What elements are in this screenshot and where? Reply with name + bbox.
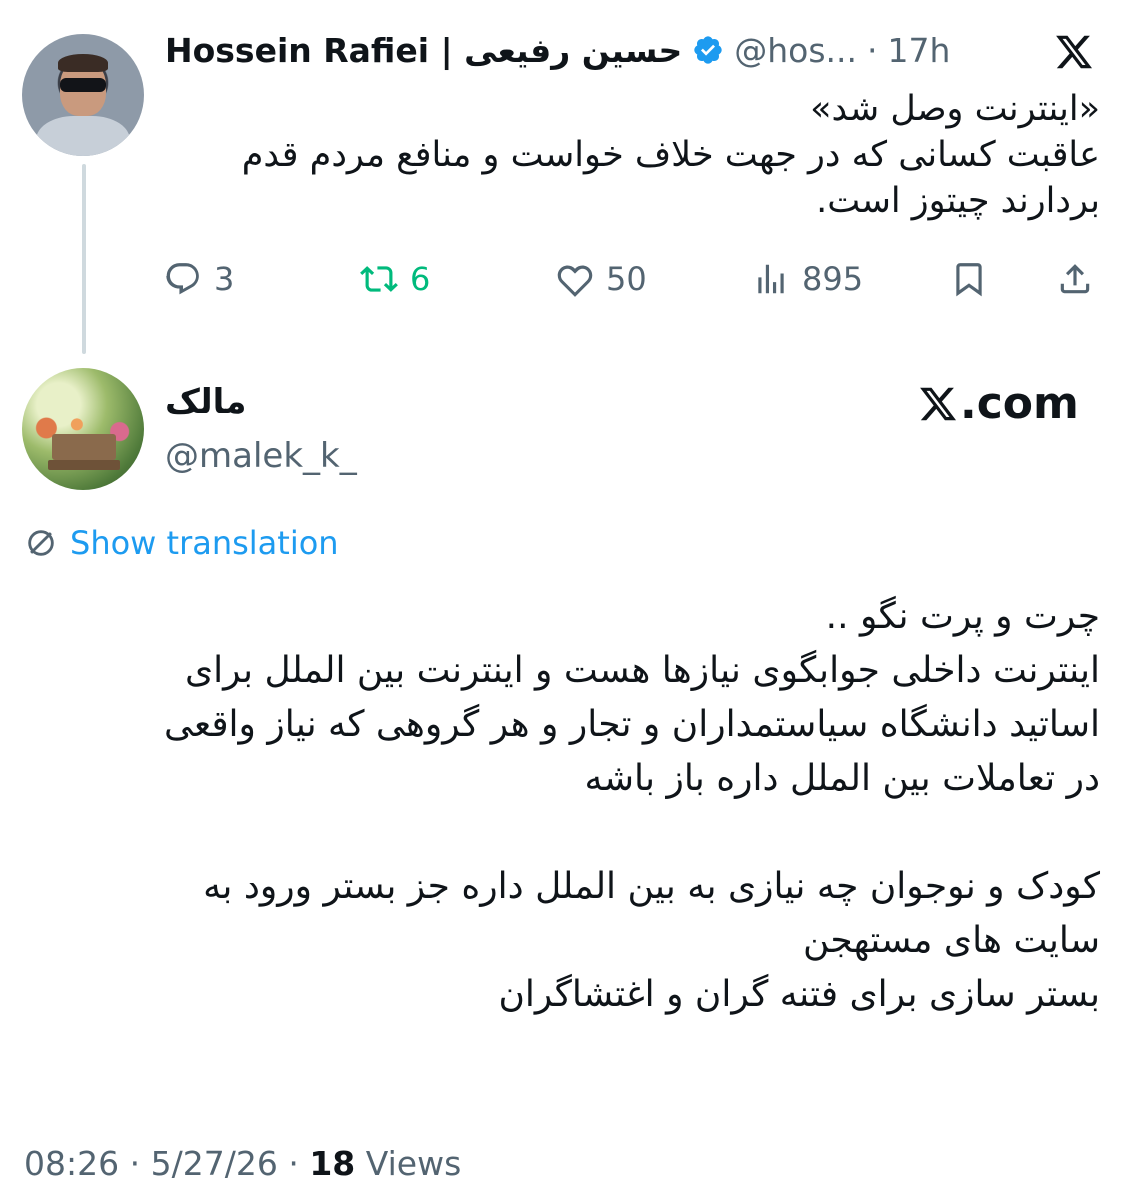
translate-icon	[28, 530, 54, 556]
tweet-time[interactable]: 08:26	[24, 1144, 119, 1183]
retweet-count: 6	[410, 260, 431, 298]
views-button[interactable]: 895	[752, 254, 863, 304]
thread-line	[82, 164, 86, 354]
retweet-button[interactable]: 6	[360, 254, 430, 304]
tweet-line	[20, 806, 1100, 860]
bookmark-button[interactable]	[950, 254, 988, 304]
tweet-header: Hossein Rafiei | حسین رفیعی @hos... · 17…	[165, 28, 950, 72]
separator: ·	[288, 1144, 299, 1183]
tweet-line: کودک و نوجوان چه نیازی به بین الملل داره…	[203, 866, 1100, 907]
tweet-line: بستر سازی برای فتنه گران و اغتشاگران	[498, 974, 1100, 1015]
verified-badge-icon	[694, 36, 722, 64]
tweet-date[interactable]: 5/27/26	[151, 1144, 278, 1183]
timestamp[interactable]: 17h	[888, 31, 951, 70]
tweet-line: «اینترنت وصل شد»	[810, 89, 1100, 129]
like-icon	[557, 265, 593, 297]
tweet-line: اساتید دانشگاه سیاستمداران و تجار و هر گ…	[163, 704, 1100, 745]
retweet-icon	[360, 266, 398, 292]
site-watermark: .com	[918, 378, 1079, 429]
tweet-line: اینترنت داخلی جوابگوی نیازها هست و اینتر…	[184, 650, 1100, 691]
tweet-meta: 08:26 · 5/27/26 · 18 Views	[24, 1144, 461, 1183]
x-logo-icon	[920, 387, 957, 420]
tweet-text: «اینترنت وصل شد» عاقبت کسانی که در جهت خ…	[160, 86, 1100, 224]
handle[interactable]: @hos...	[734, 31, 857, 70]
tweet-line: سایت های مستهجن	[802, 920, 1100, 961]
views-label: Views	[365, 1144, 462, 1183]
like-button[interactable]: 50	[556, 254, 647, 304]
x-logo-icon	[1056, 35, 1093, 69]
reply-button[interactable]: 3	[164, 254, 234, 304]
bookmark-icon	[956, 263, 982, 297]
show-translation-link[interactable]: Show translation	[24, 524, 339, 562]
views-count: 895	[802, 260, 864, 298]
views-count: 18	[309, 1144, 356, 1183]
separator: ·	[129, 1144, 141, 1183]
avatar[interactable]	[22, 368, 144, 490]
tweet-line: در تعاملات بین الملل داره باز باشه	[584, 758, 1100, 799]
site-label: .com	[960, 378, 1079, 429]
share-icon	[1060, 264, 1090, 294]
separator: ·	[867, 30, 878, 70]
reply-icon	[166, 263, 199, 295]
tweet-line: عاقبت کسانی که در جهت خلاف خواست و منافع…	[241, 135, 1100, 175]
show-translation-label[interactable]: Show translation	[70, 524, 339, 562]
reply-count: 3	[214, 260, 235, 298]
display-name[interactable]: مالک	[165, 382, 246, 422]
views-icon	[758, 264, 784, 294]
avatar[interactable]	[22, 34, 144, 156]
tweet-line: بردارند چیتوز است.	[816, 181, 1100, 221]
display-name[interactable]: Hossein Rafiei | حسین رفیعی	[165, 31, 682, 70]
like-count: 50	[606, 260, 647, 298]
share-button[interactable]	[1056, 254, 1094, 304]
tweet-line: چرت و پرت نگو ..	[825, 596, 1100, 637]
tweet-text: چرت و پرت نگو .. اینترنت داخلی جوابگوی ن…	[20, 590, 1100, 1022]
handle[interactable]: @malek_k_	[165, 436, 357, 476]
